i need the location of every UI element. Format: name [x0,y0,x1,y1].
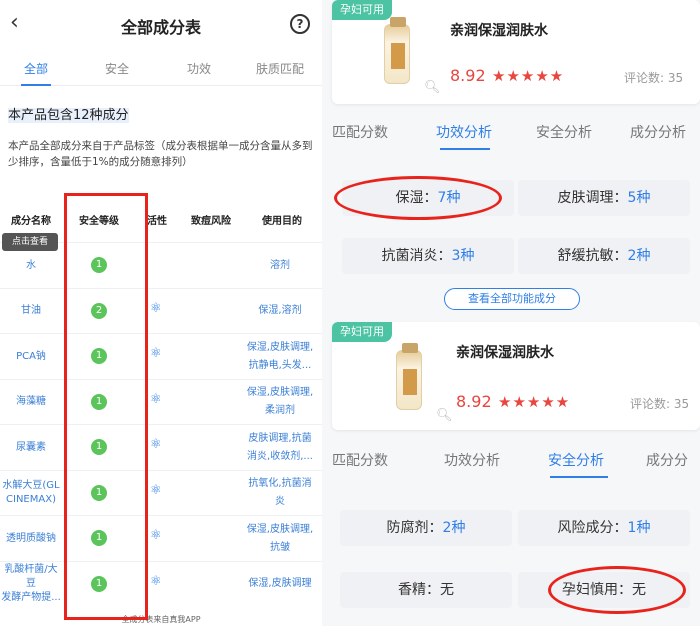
dna-icon: ⚛︎ [150,437,162,452]
review-count[interactable]: 评论数: 35 [624,69,683,86]
star-rating: ★★★★★ [492,67,565,85]
ingredient-purpose: 溶剂 [270,259,290,271]
pregnancy-caution-highlight [548,566,686,614]
table-row[interactable]: 甘油 2 ⚛︎ 保湿,溶剂 [0,287,322,334]
table-row[interactable]: 尿囊素 1 ⚛︎ 皮肤调理,抗菌 消炎,收敛剂,... [0,424,322,469]
moisturizing-highlight [334,176,502,220]
product-card[interactable]: 孕妇可用 🔍︎ 亲润保湿润肤水 8.92 ★★★★★ 评论数: 35 [332,0,700,104]
ingredient-name[interactable]: 海藻糖 [0,380,62,425]
product-name: 亲润保湿润肤水 [456,345,554,361]
ingredient-purpose: 保湿,皮肤调理, 抗皱 [246,523,314,553]
product-image [396,343,422,410]
product-score: 8.92 [450,66,486,85]
dna-icon: ⚛︎ [150,573,162,589]
dna-icon: ⚛︎ [150,528,162,543]
efficacy-soothing[interactable]: 舒缓抗敏：2种 [518,238,690,274]
magnifier-icon[interactable]: 🔍︎ [436,408,453,423]
safety-risk-ingredients[interactable]: 风险成分：1种 [518,510,690,546]
tab-all[interactable]: 全部 [6,60,66,77]
tab-ingredient-analysis[interactable]: 成分分 [646,450,688,470]
ingredient-name[interactable]: PCA钠 [0,334,62,379]
tab-ingredient-analysis[interactable]: 成分分析 [630,122,686,142]
tab-safety[interactable]: 安全 [87,60,147,77]
tab-efficacy-analysis[interactable]: 功效分析 [444,450,500,470]
product-image [384,17,410,84]
pregnancy-safe-badge: 孕妇可用 [332,0,392,20]
help-circle-icon[interactable]: ? [290,14,310,34]
star-rating: ★★★★★ [498,393,571,411]
active-tab-indicator [440,148,490,150]
ingredient-name[interactable]: 水解大豆(GL CINEMAX) [0,471,62,516]
table-row[interactable]: PCA钠 1 ⚛︎ 保湿,皮肤调理, 抗静电,头发... [0,333,322,378]
safety-fragrance[interactable]: 香精：无 [340,572,512,608]
view-all-ingredients-button[interactable]: 查看全部功能成分 [444,288,580,310]
dna-icon: ⚛︎ [150,482,162,498]
ingredient-name[interactable]: 透明质酸钠 [0,516,62,561]
ingredient-purpose: 保湿,皮肤调理 [248,578,312,589]
ingredient-count: 本产品包含12种成分 [8,108,129,123]
efficacy-antibacterial[interactable]: 抗菌消炎：3种 [342,238,514,274]
active-tab-indicator [21,84,51,86]
ingredient-name[interactable]: 甘油 [0,289,62,334]
ingredient-list-screen: ‹ 全部成分表 ? 全部 安全 功效 肤质匹配 本产品包含12种成分 本产品全部… [0,0,322,626]
table-row[interactable]: 透明质酸钠 1 ⚛︎ 保湿,皮肤调理, 抗皱 [0,515,322,560]
ingredient-name[interactable]: 乳酸杆菌/大豆 发酵产物提... [0,562,62,607]
dna-icon: ⚛︎ [150,391,162,407]
analysis-tabs: 匹配分数 功效分析 安全分析 成分分 [322,440,700,480]
pregnancy-safe-badge: 孕妇可用 [332,322,392,342]
page-title: 全部成分表 [120,18,201,37]
review-count[interactable]: 评论数: 35 [630,395,689,412]
header-bar: ‹ 全部成分表 ? [0,0,322,50]
dna-icon: ⚛︎ [150,300,162,316]
ingredient-purpose: 抗氧化,抗菌消 炎 [248,478,312,507]
tab-match-score[interactable]: 匹配分数 [332,450,388,470]
magnifier-icon[interactable]: 🔍︎ [424,80,441,95]
tap-to-view-tooltip: 点击查看 [2,233,58,251]
product-score: 8.92 [456,392,492,411]
col-acne-risk: 致痘风险 [191,216,231,227]
tab-safety-analysis[interactable]: 安全分析 [548,450,604,470]
product-card[interactable]: 孕妇可用 🔍︎ 亲润保湿润肤水 8.92 ★★★★★ 评论数: 35 [332,322,700,430]
table-row[interactable]: 水解大豆(GL CINEMAX) 1 ⚛︎ 抗氧化,抗菌消 炎 [0,469,322,516]
ingredient-purpose: 保湿,溶剂 [258,305,302,316]
ingredient-name[interactable]: 尿囊素 [0,425,62,470]
analysis-tabs: 匹配分数 功效分析 安全分析 成分分析 [322,112,700,152]
ingredient-purpose: 皮肤调理,抗菌 消炎,收敛剂,... [247,432,313,462]
table-row[interactable]: 海藻糖 1 ⚛︎ 保湿,皮肤调理, 柔润剂 [0,378,322,425]
safety-level-highlight [64,193,148,620]
active-tab-indicator [550,476,608,478]
source-footer: 全成分表来自真我APP [121,615,201,624]
ingredient-purpose: 保湿,皮肤调理, 柔润剂 [246,387,314,416]
tab-skin-match[interactable]: 肤质匹配 [250,60,310,77]
tab-match-score[interactable]: 匹配分数 [332,122,388,142]
tab-efficacy[interactable]: 功效 [169,60,229,77]
safety-preservatives[interactable]: 防腐剂：2种 [340,510,512,546]
table-row[interactable]: 乳酸杆菌/大豆 发酵产物提... 1 ⚛︎ 保湿,皮肤调理 [0,560,322,607]
product-analysis-screen: 孕妇可用 🔍︎ 亲润保湿润肤水 8.92 ★★★★★ 评论数: 35 匹配分数 … [322,0,700,626]
product-name: 亲润保湿润肤水 [450,23,548,39]
col-purpose: 使用目的 [262,216,302,227]
tab-safety-analysis[interactable]: 安全分析 [536,122,592,142]
ingredient-description: 本产品全部成分来自于产品标签（成分表根据单一成分含量从多到少排序，含量低于1%的… [8,140,313,168]
tab-efficacy-analysis[interactable]: 功效分析 [436,122,492,142]
tab-bar: 全部 安全 功效 肤质匹配 [0,52,322,86]
efficacy-skin-conditioning[interactable]: 皮肤调理：5种 [518,180,690,216]
ingredient-purpose: 保湿,皮肤调理, 抗静电,头发... [246,341,314,371]
dna-icon: ⚛︎ [150,346,162,361]
